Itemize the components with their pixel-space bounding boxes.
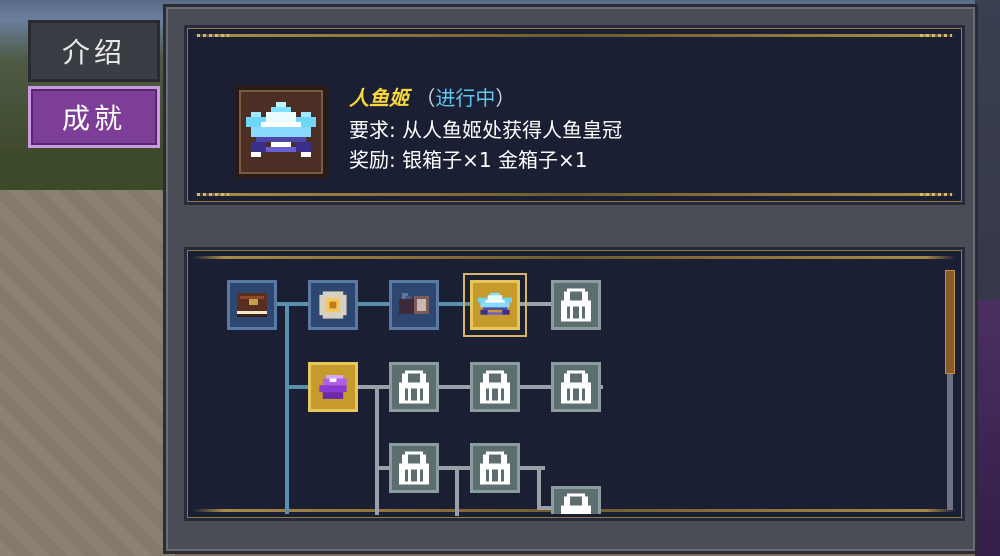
path-line: [285, 302, 289, 514]
purple-gem-icon: [316, 371, 350, 403]
tree-node-locked[interactable]: [470, 362, 520, 412]
lock-icon: [561, 288, 591, 322]
requirement-label: 要求:: [349, 118, 396, 142]
lock-icon: [399, 370, 429, 404]
lock-icon: [480, 451, 510, 485]
achievement-tree-panel: [184, 247, 965, 521]
gold-ornament: [197, 193, 229, 196]
achievement-status: 进行中: [435, 86, 496, 110]
lock-icon: [480, 370, 510, 404]
reward-item-1: 银箱子×1: [402, 148, 492, 172]
requirement-text: 从人鱼姬处获得人鱼皇冠: [402, 118, 623, 142]
gold-border-top: [193, 256, 956, 259]
gold-ornament: [920, 193, 952, 196]
book-icon: [234, 289, 270, 321]
tree-node-mermaid-crown[interactable]: [470, 280, 520, 330]
mermaid-crown-icon: [246, 102, 316, 162]
scroll-icon: [396, 288, 432, 322]
achievement-window: 人鱼姬 （进行中） 要求: 从人鱼姬处获得人鱼皇冠 奖励: 银箱子×1 金箱子×…: [163, 4, 978, 554]
status-paren-close: ）: [495, 86, 516, 110]
status-paren-open: （: [415, 86, 436, 110]
requirement-row: 要求: 从人鱼姬处获得人鱼皇冠: [349, 114, 622, 143]
tree-node-locked[interactable]: [551, 280, 601, 330]
gold-ornament: [920, 34, 952, 37]
gold-border-bottom: [193, 193, 956, 196]
mermaid-crown-icon: [478, 290, 512, 320]
reward-label: 奖励:: [349, 148, 396, 172]
lock-icon: [561, 493, 591, 514]
achievement-info-panel: 人鱼姬 （进行中） 要求: 从人鱼姬处获得人鱼皇冠 奖励: 银箱子×1 金箱子×…: [184, 25, 965, 205]
lock-icon: [561, 370, 591, 404]
tree-node-book[interactable]: [227, 280, 277, 330]
gold-border-top: [193, 34, 956, 37]
achievement-title: 人鱼姬: [349, 86, 409, 110]
path-line-locked: [455, 466, 459, 516]
tree-node-locked[interactable]: [389, 362, 439, 412]
reward-row: 奖励: 银箱子×1 金箱子×1: [349, 144, 587, 173]
tree-node-locked[interactable]: [389, 443, 439, 493]
bg-grass: [0, 150, 175, 195]
achievement-icon-frame: [235, 86, 327, 178]
achievement-title-row: 人鱼姬 （进行中）: [349, 82, 515, 111]
tree-node-compass[interactable]: [308, 280, 358, 330]
reward-item-2: 金箱子×1: [497, 148, 588, 172]
lock-icon: [399, 451, 429, 485]
path-line-locked: [537, 466, 541, 510]
bg-sand: [0, 190, 175, 556]
tab-intro[interactable]: 介绍: [28, 20, 160, 82]
tab-achievements[interactable]: 成就: [28, 86, 160, 148]
compass-icon: [316, 288, 350, 322]
tree-node-locked-partial[interactable]: [551, 486, 601, 514]
tree-node-locked[interactable]: [551, 362, 601, 412]
gold-ornament: [197, 34, 229, 37]
tree-scrollbar-thumb[interactable]: [945, 270, 955, 374]
tree-node-scroll[interactable]: [389, 280, 439, 330]
tree-node-purple-gem[interactable]: [308, 362, 358, 412]
tree-node-locked[interactable]: [470, 443, 520, 493]
bg-right-purple: [975, 300, 1000, 556]
path-line-locked: [375, 385, 379, 515]
